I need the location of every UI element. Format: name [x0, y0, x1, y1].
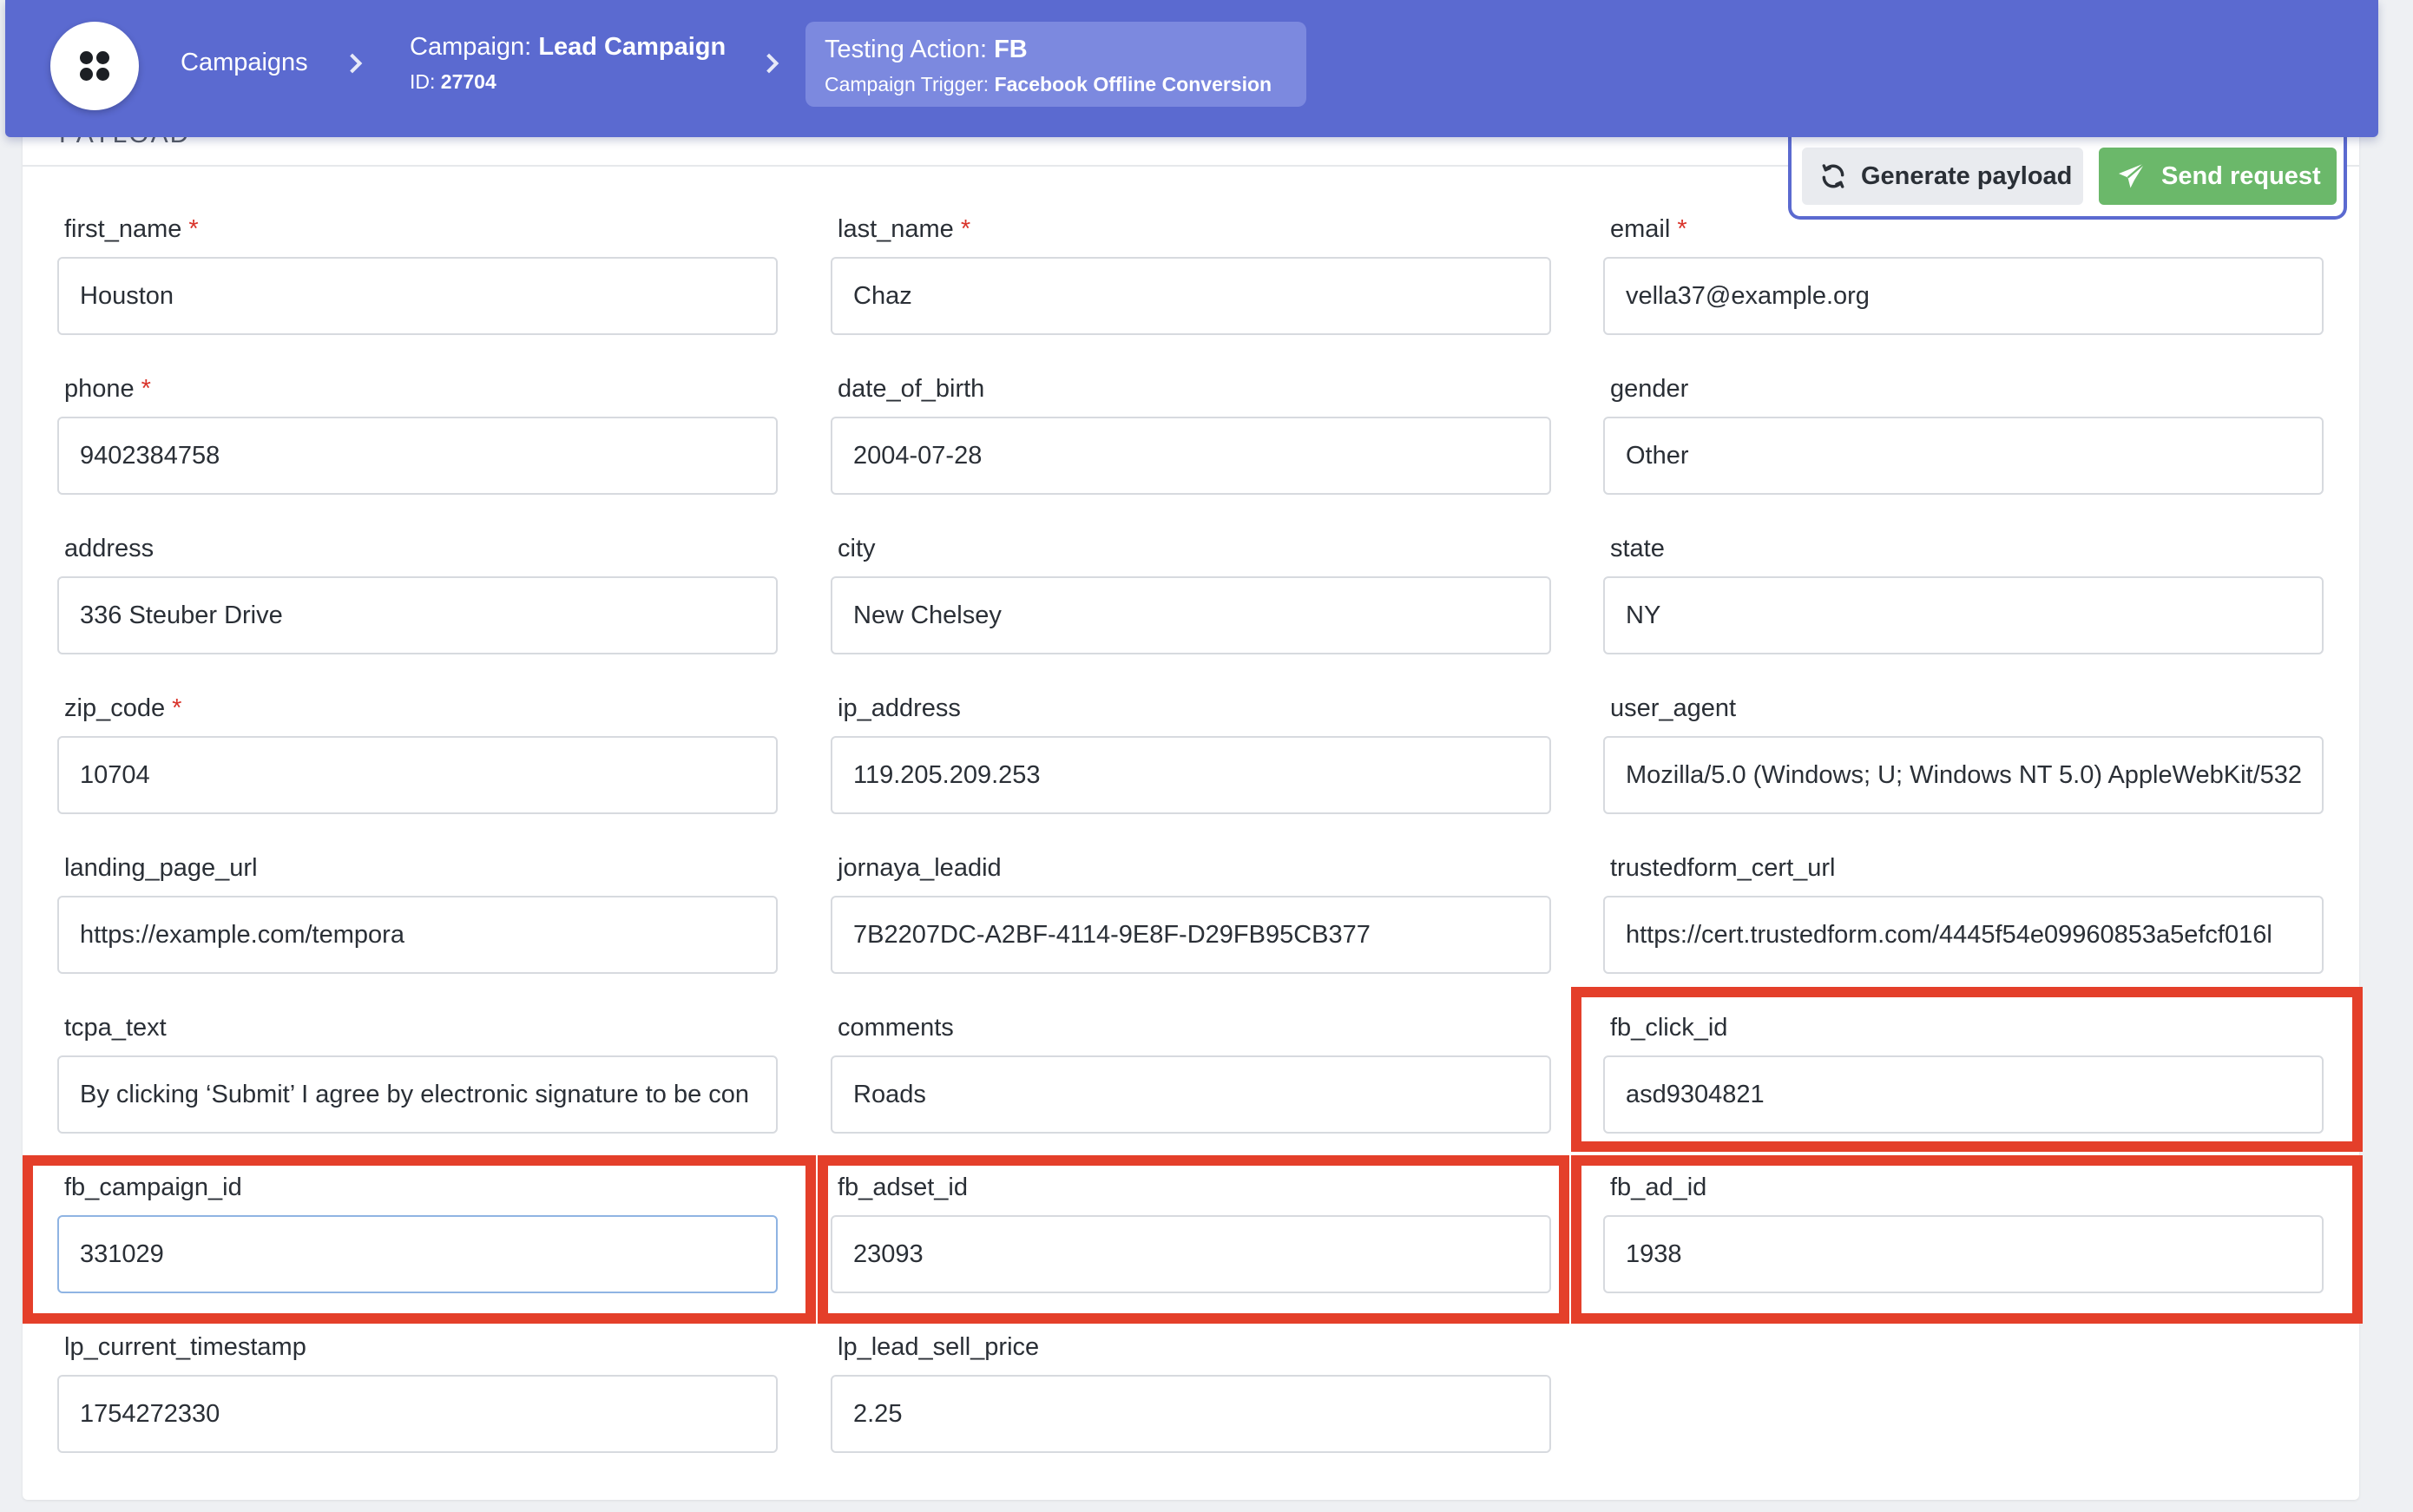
campaign-id-prefix: ID:: [410, 70, 436, 93]
tcpa-text-input[interactable]: By clicking ‘Submit’ I agree by electron…: [57, 1055, 778, 1134]
state-input[interactable]: NY: [1603, 576, 2324, 654]
phone-input[interactable]: 9402384758: [57, 417, 778, 495]
zip-code-input[interactable]: 10704: [57, 736, 778, 814]
last-name-input[interactable]: Chaz: [831, 257, 1551, 335]
date-of-birth-label: date_of_birth: [838, 375, 985, 403]
paper-plane-icon: [2119, 162, 2146, 188]
city-label: city: [838, 535, 876, 562]
required-marker: *: [1677, 215, 1687, 243]
trigger-name: Facebook Offline Conversion: [994, 73, 1272, 95]
lp-current-timestamp-label: lp_current_timestamp: [64, 1333, 306, 1361]
chevron-right-icon: [342, 53, 363, 74]
trustedform-cert-url-input[interactable]: https://cert.trustedform.com/4445f54e099…: [1603, 896, 2324, 974]
landing-page-url-label: landing_page_url: [64, 854, 258, 882]
breadcrumb-testing-action: Testing Action: FB Campaign Trigger: Fac…: [805, 22, 1306, 107]
page: PAYLOAD Campaigns Campaign: Lead Campaig…: [0, 0, 2413, 1512]
first-name-label: first_name: [64, 215, 182, 243]
required-marker: *: [141, 375, 151, 403]
fb-campaign-id-input[interactable]: 331029: [57, 1215, 778, 1293]
campaign-name: Lead Campaign: [538, 33, 727, 61]
phone-label: phone: [64, 375, 135, 403]
lp-lead-sell-price-label: lp_lead_sell_price: [838, 1333, 1040, 1361]
lp-lead-sell-price-input[interactable]: 2.25: [831, 1375, 1551, 1453]
first-name-input[interactable]: Houston: [57, 257, 778, 335]
send-request-button[interactable]: Send request: [2099, 148, 2337, 205]
user-agent-label: user_agent: [1610, 694, 1737, 722]
trigger-prefix: Campaign Trigger:: [825, 73, 990, 95]
comments-input[interactable]: Roads: [831, 1055, 1551, 1134]
action-toolbar: Generate payload Send request: [1788, 137, 2347, 220]
landing-page-url-input[interactable]: https://example.com/tempora: [57, 896, 778, 974]
address-label: address: [64, 535, 155, 562]
trustedform-cert-url-label: trustedform_cert_url: [1610, 854, 1836, 882]
fb-ad-id-input[interactable]: 1938: [1603, 1215, 2324, 1293]
fb-campaign-id-label: fb_campaign_id: [64, 1173, 242, 1201]
required-marker: *: [960, 215, 971, 243]
ip-address-input[interactable]: 119.205.209.253: [831, 736, 1551, 814]
fb-ad-id-label: fb_ad_id: [1610, 1173, 1707, 1201]
lp-current-timestamp-input[interactable]: 1754272330: [57, 1375, 778, 1453]
required-marker: *: [172, 694, 182, 722]
required-marker: *: [188, 215, 199, 243]
jornaya-leadid-input[interactable]: 7B2207DC-A2BF-4114-9E8F-D29FB95CB377: [831, 896, 1551, 974]
gender-label: gender: [1610, 375, 1689, 403]
last-name-label: last_name: [838, 215, 954, 243]
fb-adset-id-input[interactable]: 23093: [831, 1215, 1551, 1293]
fb-adset-id-label: fb_adset_id: [838, 1173, 968, 1201]
breadcrumb-campaign[interactable]: Campaign: Lead Campaign ID: 27704: [410, 33, 726, 94]
chevron-right-icon: [759, 53, 779, 74]
top-navigation-bar: Campaigns Campaign: Lead Campaign ID: 27…: [5, 0, 2378, 137]
refresh-icon: [1822, 164, 1844, 188]
date-of-birth-input[interactable]: 2004-07-28: [831, 417, 1551, 495]
comments-label: comments: [838, 1014, 954, 1042]
user-agent-input[interactable]: Mozilla/5.0 (Windows; U; Windows NT 5.0)…: [1603, 736, 2324, 814]
campaign-prefix: Campaign:: [410, 33, 532, 61]
fb-click-id-input[interactable]: asd9304821: [1603, 1055, 2324, 1134]
app-menu-button[interactable]: [50, 22, 139, 110]
email-input[interactable]: vella37@example.org: [1603, 257, 2324, 335]
jornaya-leadid-label: jornaya_leadid: [838, 854, 1002, 882]
generate-payload-label: Generate payload: [1861, 161, 2073, 190]
apps-grid-icon: [80, 51, 109, 81]
ip-address-label: ip_address: [838, 694, 961, 722]
testing-prefix: Testing Action:: [825, 36, 987, 63]
gender-input[interactable]: Other: [1603, 417, 2324, 495]
email-label: email: [1610, 215, 1671, 243]
send-request-label: Send request: [2161, 161, 2321, 190]
city-input[interactable]: New Chelsey: [831, 576, 1551, 654]
fb-click-id-label: fb_click_id: [1610, 1014, 1728, 1042]
generate-payload-button[interactable]: Generate payload: [1802, 148, 2083, 205]
state-label: state: [1610, 535, 1665, 562]
campaign-id: 27704: [440, 70, 496, 93]
zip-code-label: zip_code: [64, 694, 166, 722]
testing-action: FB: [994, 36, 1028, 63]
tcpa-text-label: tcpa_text: [64, 1014, 167, 1042]
address-input[interactable]: 336 Steuber Drive: [57, 576, 778, 654]
breadcrumb-campaigns[interactable]: Campaigns: [181, 49, 308, 77]
